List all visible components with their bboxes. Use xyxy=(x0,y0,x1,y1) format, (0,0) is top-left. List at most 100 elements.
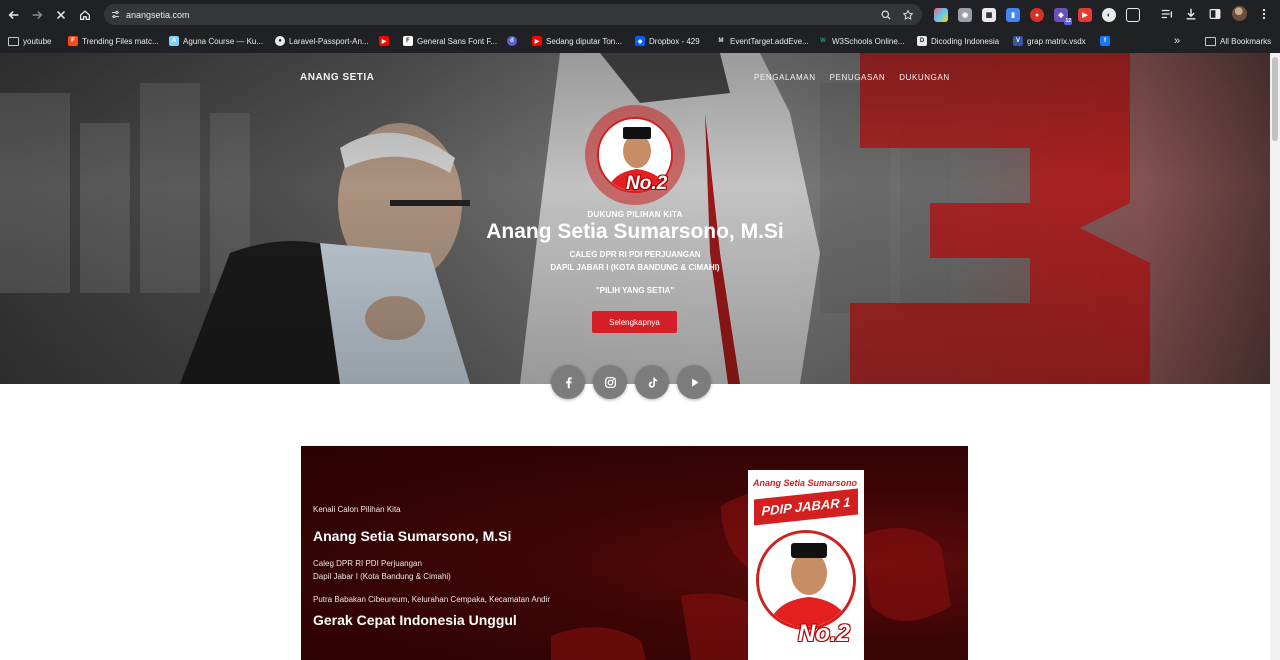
instagram-link[interactable] xyxy=(593,365,627,399)
top-navigation: PENGALAMAN PENUGASAN DUKUNGAN xyxy=(754,73,950,82)
grid-extension-icon[interactable]: ▦ xyxy=(982,8,996,22)
arrow-right-icon xyxy=(32,10,43,20)
zoom-icon[interactable] xyxy=(880,9,892,21)
address-bar[interactable]: anangsetia.com xyxy=(104,4,922,25)
tiktok-icon xyxy=(648,377,657,388)
web-page: ANANG SETIA PENGALAMAN PENUGASAN DUKUNGA… xyxy=(0,53,1270,660)
mdn-icon: M xyxy=(716,36,726,46)
bookmark-laravel-passport[interactable]: ● Laravel-Passport-An... xyxy=(275,34,369,48)
video-extension-icon[interactable]: ▶ xyxy=(1078,8,1092,22)
puzzle-extensions-icon[interactable] xyxy=(1126,8,1140,22)
folder-icon xyxy=(1205,36,1216,46)
browser-right-tools xyxy=(1160,6,1271,21)
hero-subtitle-party: CALEG DPR RI PDI PERJUANGAN xyxy=(569,250,701,259)
kebab-menu-icon[interactable] xyxy=(1257,7,1271,21)
youtube-icon: ▶ xyxy=(532,36,542,46)
site-brand[interactable]: ANANG SETIA xyxy=(300,72,374,83)
bookmark-eventtarget[interactable]: M EventTarget.addEve... xyxy=(716,34,809,48)
site-info-button[interactable] xyxy=(104,4,126,25)
more-bookmarks-button[interactable]: » xyxy=(1174,34,1180,48)
hero-tagline: "PILIH YANG SETIA" xyxy=(595,286,675,295)
bookmarks-bar: youtube F Trending Files matc... A Aguna… xyxy=(0,29,1280,53)
tune-icon xyxy=(111,10,119,19)
close-icon xyxy=(56,10,66,20)
stop-loading-button[interactable] xyxy=(51,5,71,25)
bookmark-facebook[interactable]: f xyxy=(1100,34,1114,48)
nav-penugasan[interactable]: PENUGASAN xyxy=(830,73,886,82)
doc-extension-icon[interactable]: ▮ xyxy=(1006,8,1020,22)
facebook-icon: f xyxy=(1100,36,1110,46)
side-panel-icon[interactable] xyxy=(1208,7,1222,21)
url-text[interactable]: anangsetia.com xyxy=(126,10,880,20)
github-icon: ● xyxy=(275,36,285,46)
download-icon[interactable] xyxy=(1184,7,1198,21)
facebook-icon xyxy=(565,376,572,388)
bookmark-youtube-video[interactable]: ▶ xyxy=(379,34,393,48)
nav-dukungan[interactable]: DUKUNGAN xyxy=(899,73,950,82)
star-bookmark-icon[interactable] xyxy=(902,8,914,21)
hero-eyebrow: DUKUNG PILIHAN KITA xyxy=(587,210,683,219)
intro-card: Kenali Calon Pilihan Kita Anang Setia Su… xyxy=(301,446,968,660)
hero-candidate-name: Anang Setia Sumarsono, M.Si xyxy=(486,220,784,243)
bookmark-aguna-course[interactable]: A Aguna Course — Ku... xyxy=(169,34,263,48)
hero-subtitle-district: DAPIL JABAR I (KOTA BANDUNG & CIMAHI) xyxy=(550,263,720,272)
heart-extension-icon[interactable] xyxy=(934,8,948,22)
social-links xyxy=(551,365,711,399)
campaign-poster: Anang Setia Sumarsono PDIP JABAR 1 No.2 xyxy=(748,470,864,660)
bookmark-grap-matrix[interactable]: V grap matrix.vsdx xyxy=(1013,34,1086,48)
page-scrollbar[interactable] xyxy=(1270,53,1280,660)
poster-number-badge: No.2 xyxy=(798,620,851,647)
intro-eyebrow: Kenali Calon Pilihan Kita xyxy=(313,505,401,514)
camera-extension-icon[interactable]: ◉ xyxy=(958,8,972,22)
w3schools-icon: W xyxy=(818,36,828,46)
poster-candidate-photo xyxy=(756,530,856,630)
extensions-area: ◉ ▦ ▮ ● ◆ 12 ▶ ◐ xyxy=(934,6,1140,25)
instagram-icon xyxy=(604,376,616,388)
home-icon xyxy=(80,10,90,20)
poster-photo-illustration xyxy=(759,533,853,627)
aguna-icon: A xyxy=(169,36,179,46)
facebook-link[interactable] xyxy=(551,365,585,399)
record-extension-icon[interactable]: ● xyxy=(1030,8,1044,22)
d-icon: d xyxy=(507,36,517,46)
bookmark-youtube-folder[interactable]: youtube xyxy=(8,34,51,48)
intro-party-line: Caleg DPR RI PDI Perjuangan xyxy=(313,559,422,568)
poster-candidate-name: Anang Setia Sumarsono xyxy=(753,478,858,488)
intro-origin-line: Putra Babakan Cibeureum, Kelurahan Cempa… xyxy=(313,595,551,604)
browser-chrome: anangsetia.com ◉ ▦ ▮ ● ◆ 12 ▶ ◐ youtube … xyxy=(0,0,1280,53)
all-bookmarks-button[interactable]: All Bookmarks xyxy=(1205,34,1271,48)
home-button[interactable] xyxy=(75,5,95,25)
youtube-play-icon xyxy=(691,377,699,387)
bookmark-general-sans[interactable]: F General Sans Font F... xyxy=(403,34,497,48)
tiktok-link[interactable] xyxy=(635,365,669,399)
visio-icon: V xyxy=(1013,36,1023,46)
hero-section: ANANG SETIA PENGALAMAN PENUGASAN DUKUNGA… xyxy=(0,53,1270,384)
circle-extension-icon[interactable]: ◐ xyxy=(1102,8,1116,22)
intro-candidate-name: Anang Setia Sumarsono, M.Si xyxy=(313,528,512,544)
profile-avatar[interactable] xyxy=(1232,6,1247,21)
bookmark-dicoding[interactable]: D Dicoding Indonesia xyxy=(917,34,999,48)
font-f-icon: F xyxy=(403,36,413,46)
browser-toolbar: anangsetia.com ◉ ▦ ▮ ● ◆ 12 ▶ ◐ xyxy=(0,0,1280,29)
back-button[interactable] xyxy=(4,5,24,25)
dicoding-icon: D xyxy=(917,36,927,46)
poster-party-band: PDIP JABAR 1 xyxy=(754,488,858,526)
bookmark-d[interactable]: d xyxy=(507,34,521,48)
figma-icon: F xyxy=(68,36,78,46)
youtube-link[interactable] xyxy=(677,365,711,399)
youtube-icon: ▶ xyxy=(379,36,389,46)
media-queue-icon[interactable] xyxy=(1160,7,1174,21)
intro-slogan: Gerak Cepat Indonesia Unggul xyxy=(313,612,517,628)
nav-pengalaman[interactable]: PENGALAMAN xyxy=(754,73,816,82)
intro-district-line: Dapil Jabar I (Kota Bandung & Cimahi) xyxy=(313,572,451,581)
forward-button[interactable] xyxy=(27,5,47,25)
bookmark-trending-files[interactable]: F Trending Files matc... xyxy=(68,34,159,48)
selengkapnya-button[interactable]: Selengkapnya xyxy=(592,311,677,333)
bookmark-dropbox[interactable]: ◆ Dropbox - 429 xyxy=(635,34,700,48)
scrollbar-thumb[interactable] xyxy=(1272,57,1278,141)
candidate-number-badge: No.2 xyxy=(626,173,668,194)
bookmark-sedang-diputar[interactable]: ▶ Sedang diputar Ton... xyxy=(532,34,622,48)
bookmark-w3schools[interactable]: W W3Schools Online... xyxy=(818,34,904,48)
folder-icon xyxy=(8,36,19,46)
badge-extension-icon[interactable]: ◆ 12 xyxy=(1054,8,1072,25)
